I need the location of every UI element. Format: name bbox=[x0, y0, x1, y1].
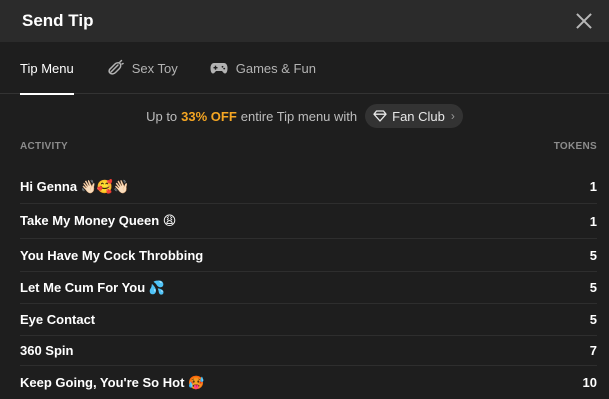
fan-club-promo: Up to 33% OFF entire Tip menu with Fan C… bbox=[0, 104, 609, 128]
diamond-icon bbox=[373, 110, 387, 122]
activity-label: You Have My Cock Throbbing bbox=[20, 247, 204, 263]
activity-label: Let Me Cum For You 💦 bbox=[20, 279, 165, 295]
token-amount: 5 bbox=[589, 280, 597, 295]
tab-label: Sex Toy bbox=[131, 60, 178, 76]
activity-label: Keep Going, You're So Hot 🥵 bbox=[20, 374, 205, 390]
tab-sex-toy[interactable]: Sex Toy bbox=[106, 42, 178, 94]
close-icon[interactable] bbox=[575, 12, 593, 30]
tip-menu-item[interactable]: Let Me Cum For You 💦 5 bbox=[20, 272, 597, 304]
activity-label: Take My Money Queen 😩 bbox=[20, 213, 177, 228]
gamepad-icon bbox=[210, 61, 228, 75]
activity-label: 360 Spin bbox=[20, 343, 74, 358]
fan-club-label: Fan Club bbox=[392, 108, 445, 124]
tip-menu-item[interactable]: You Have My Cock Throbbing 5 bbox=[20, 239, 597, 272]
tab-label: Games & Fun bbox=[235, 60, 316, 76]
modal-header: Send Tip bbox=[0, 0, 609, 42]
tip-menu-item[interactable]: Take My Money Queen 😩 1 bbox=[20, 204, 597, 239]
tokens-header: TOKENS bbox=[553, 141, 597, 152]
column-headers: ACTIVITY TOKENS bbox=[20, 141, 597, 152]
activity-header: ACTIVITY bbox=[20, 141, 68, 152]
tab-games-fun[interactable]: Games & Fun bbox=[210, 42, 316, 94]
token-amount: 10 bbox=[582, 375, 597, 390]
toy-icon bbox=[106, 59, 124, 77]
token-amount: 5 bbox=[589, 312, 597, 327]
tip-menu-item[interactable]: 360 Spin 7 bbox=[20, 336, 597, 366]
tip-menu-list: Hi Genna 👋🏻🥰👋🏻 1 Take My Money Queen 😩 1… bbox=[20, 170, 597, 399]
tip-menu-item[interactable]: Keep Going, You're So Hot 🥵 10 bbox=[20, 366, 597, 399]
promo-suffix: entire Tip menu with bbox=[240, 108, 358, 124]
activity-label: Hi Genna 👋🏻🥰👋🏻 bbox=[20, 178, 130, 194]
modal-title: Send Tip bbox=[22, 11, 94, 30]
tab-label: Tip Menu bbox=[20, 60, 74, 76]
promo-prefix: Up to bbox=[146, 108, 178, 124]
chevron-right-icon: › bbox=[450, 109, 455, 123]
activity-label: Eye Contact bbox=[20, 312, 96, 327]
promo-discount: 33% OFF bbox=[181, 108, 237, 124]
token-amount: 7 bbox=[589, 343, 597, 358]
tab-tip-menu[interactable]: Tip Menu bbox=[20, 42, 74, 95]
tip-menu-item[interactable]: Hi Genna 👋🏻🥰👋🏻 1 bbox=[20, 170, 597, 204]
token-amount: 5 bbox=[589, 247, 597, 263]
token-amount: 1 bbox=[589, 179, 597, 194]
tip-menu-item[interactable]: Eye Contact 5 bbox=[20, 304, 597, 336]
token-amount: 1 bbox=[589, 213, 597, 229]
tab-bar: Tip Menu Sex Toy Games & Fun bbox=[0, 42, 609, 95]
fan-club-button[interactable]: Fan Club › bbox=[365, 104, 463, 128]
